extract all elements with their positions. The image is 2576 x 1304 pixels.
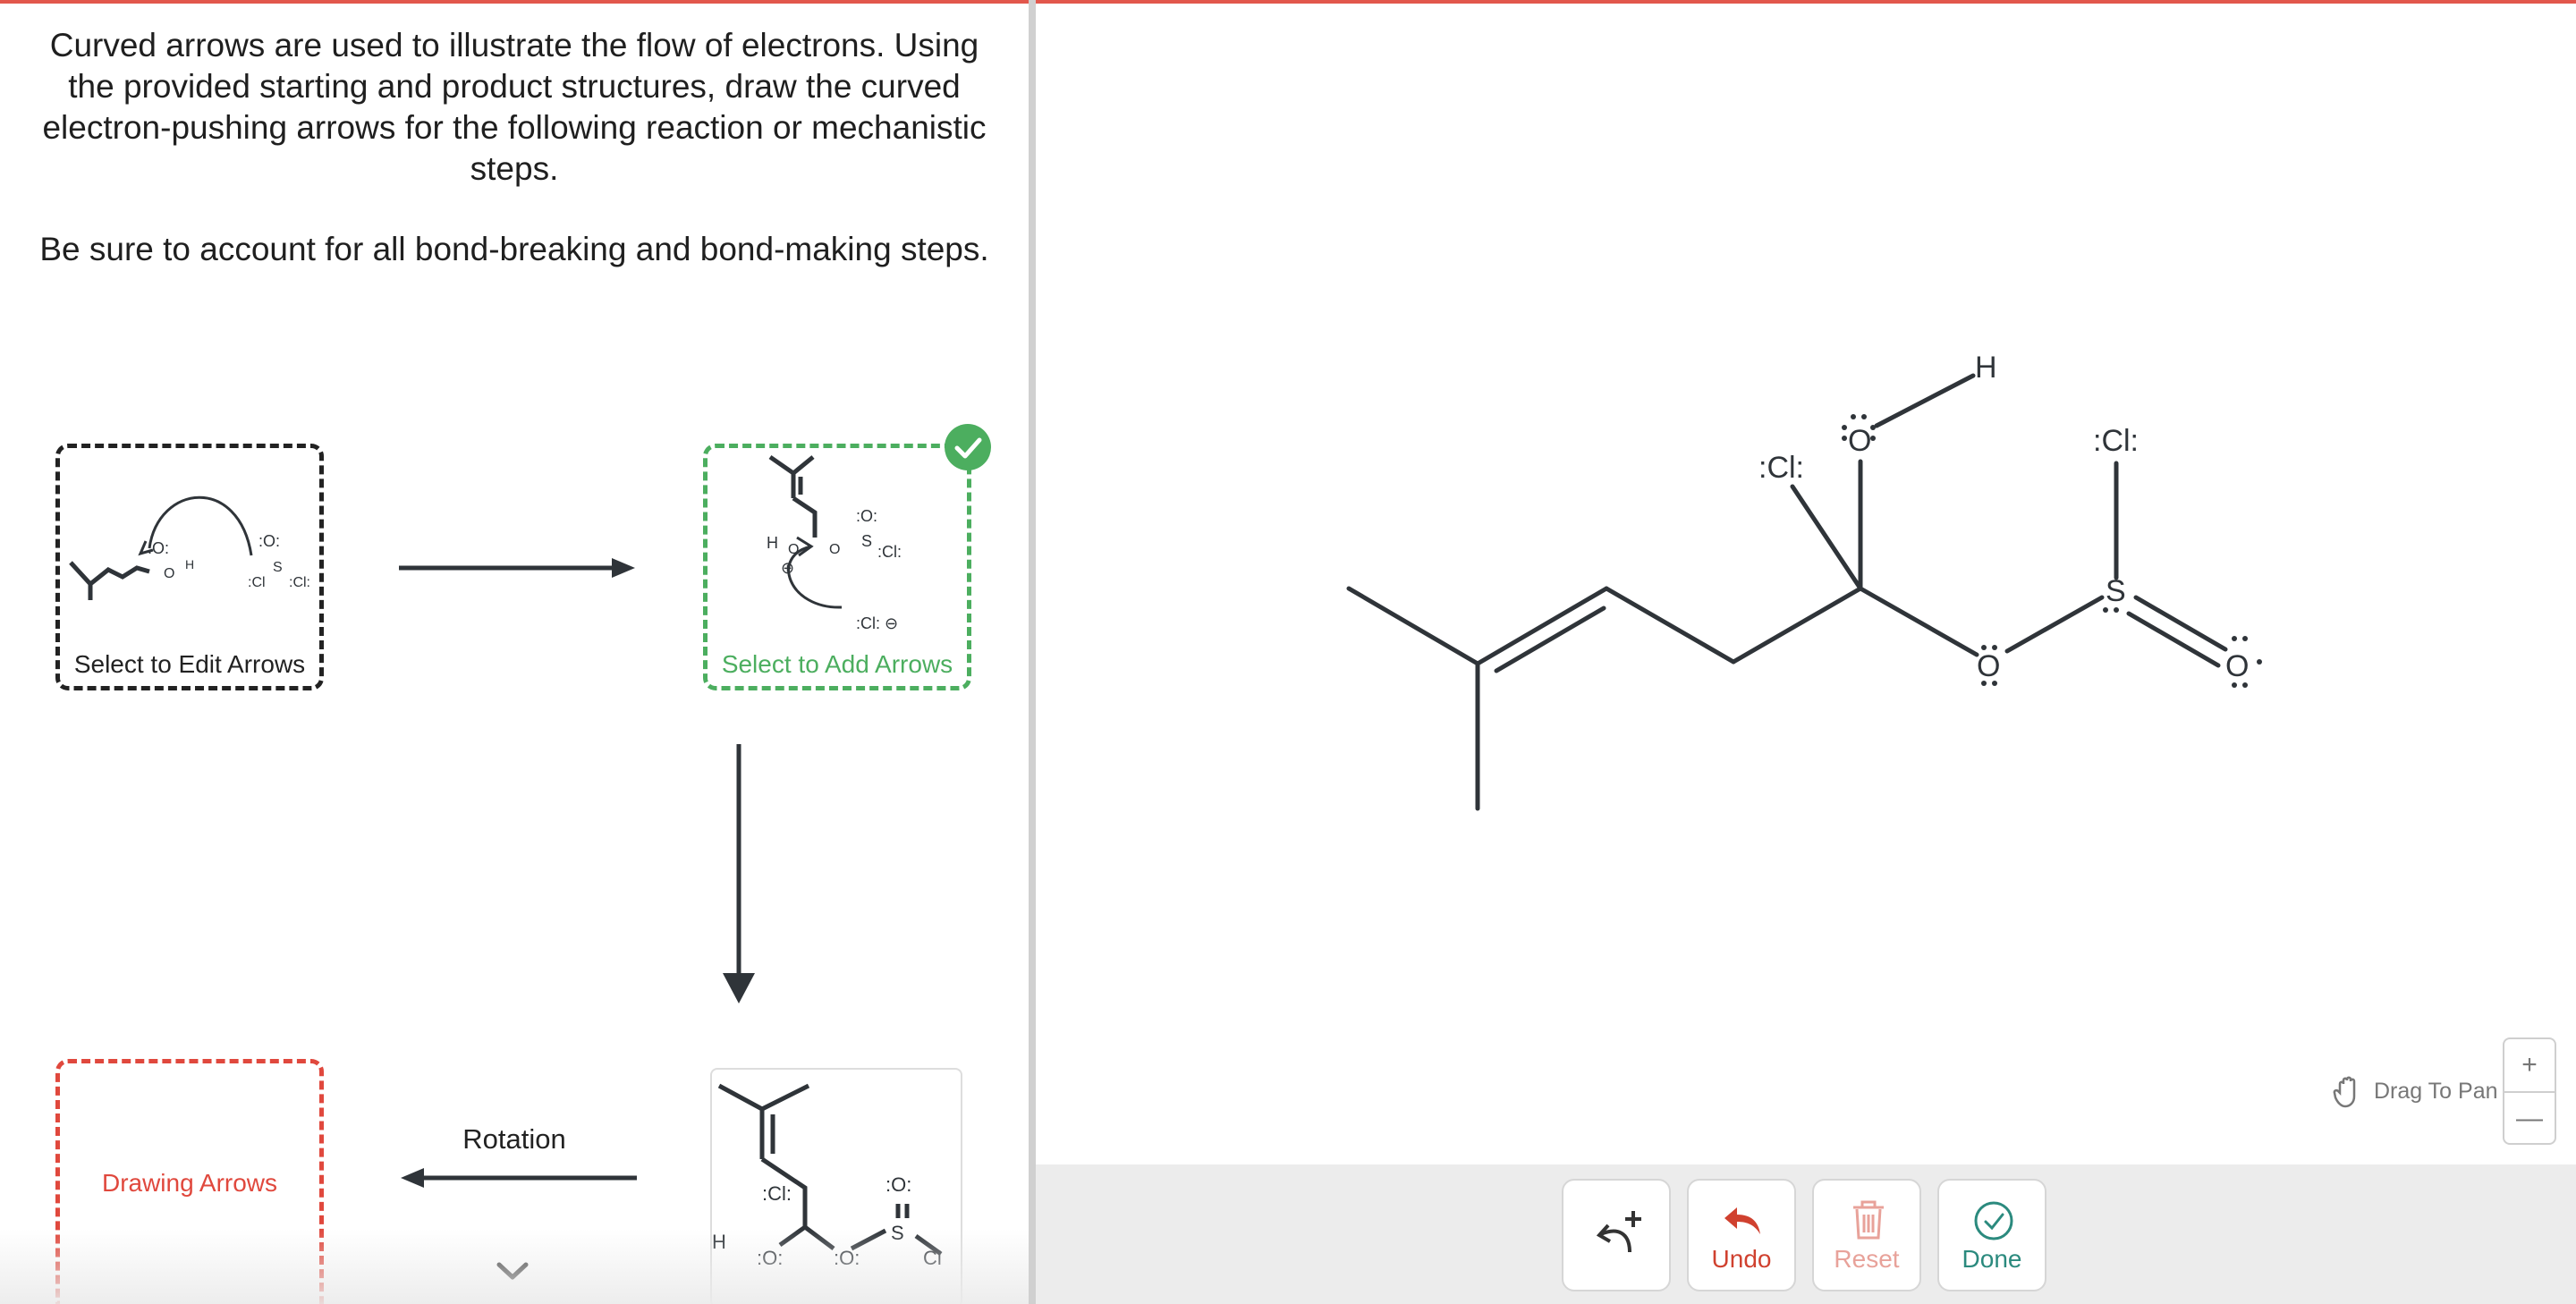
svg-text::Cl:: :Cl: <box>289 575 310 590</box>
mini-molecule-start: :O: O H :O: S :Cl :Cl: <box>69 495 310 600</box>
edit-arrows-caption: Select to Edit Arrows <box>73 650 306 678</box>
undo-icon <box>1724 1207 1760 1234</box>
svg-text:O: O <box>788 542 799 557</box>
svg-text:S: S <box>273 560 283 575</box>
rotation-label: Rotation <box>462 1123 566 1155</box>
atom-o-hydroxyl[interactable]: O <box>1848 424 1871 458</box>
lone-pair-dots <box>1842 414 2262 688</box>
svg-text::O:: :O: <box>148 539 169 557</box>
zoom-out-button[interactable]: — <box>2504 1093 2555 1145</box>
atom-o-sulfinyl[interactable]: O <box>2225 649 2249 683</box>
svg-text::Cl:: :Cl: <box>877 543 902 561</box>
instruction-panel: Curved arrows are used to illustrate the… <box>0 4 1029 1304</box>
trash-icon <box>1853 1200 1884 1240</box>
instruction-text: Curved arrows are used to illustrate the… <box>42 27 987 187</box>
panel-divider[interactable] <box>1029 0 1036 1304</box>
svg-text::O:: :O: <box>886 1173 911 1196</box>
zoom-in-button[interactable]: + <box>2504 1039 2555 1093</box>
svg-text:H: H <box>185 557 194 572</box>
chevron-down-icon[interactable] <box>490 1252 535 1291</box>
hand-icon <box>2333 1076 2356 1108</box>
svg-text:S: S <box>891 1222 904 1244</box>
mini-molecule-intermediate: H O ⊕ O :O: S :Cl: :Cl: ⊖ <box>767 454 902 632</box>
reaction-arrow-down <box>723 744 755 1003</box>
drag-to-pan-label: Drag To Pan <box>2374 1079 2498 1104</box>
step-drawing-arrows-box[interactable]: Drawing Arrows <box>55 1059 324 1304</box>
add-arrow-tool-button[interactable] <box>1562 1179 1671 1291</box>
reaction-arrow-right <box>399 558 635 578</box>
drawing-arrows-caption: Drawing Arrows <box>101 1169 278 1197</box>
atom-s[interactable]: S <box>2106 574 2126 608</box>
curved-arrow-add-icon <box>1596 1211 1641 1253</box>
atom-cl-on-s[interactable]: :Cl: <box>2093 424 2139 458</box>
done-button[interactable]: Done <box>1937 1179 2046 1291</box>
svg-text:⊕: ⊕ <box>781 559 794 577</box>
atom-h-hydroxyl[interactable]: H <box>1975 351 1997 385</box>
svg-text:S: S <box>861 532 872 550</box>
completed-check-icon <box>945 424 991 470</box>
instruction-note: Be sure to account for all bond-breaking… <box>39 231 989 267</box>
svg-text:H: H <box>712 1231 726 1253</box>
product-preview-card[interactable]: :Cl: H :O: :O: :O: S Cl <box>710 1068 962 1304</box>
svg-text::Cl:: :Cl: <box>762 1182 792 1205</box>
zoom-control: + — <box>2503 1037 2556 1145</box>
svg-text::Cl: ⊖: :Cl: ⊖ <box>856 614 898 632</box>
check-circle-icon <box>1974 1201 2013 1240</box>
atom-o-ester[interactable]: O <box>1977 649 2000 683</box>
svg-text::O:: :O: <box>757 1247 783 1269</box>
undo-label: Undo <box>1711 1245 1772 1273</box>
step-add-arrows-box[interactable]: H O ⊕ O :O: S :Cl: :Cl: ⊖ Select to Add … <box>703 444 971 690</box>
reset-label: Reset <box>1834 1245 1900 1273</box>
svg-text:H: H <box>767 534 778 552</box>
svg-text:Cl: Cl <box>923 1247 942 1269</box>
undo-button[interactable]: Undo <box>1687 1179 1796 1291</box>
mini-molecule-product: :Cl: H :O: :O: :O: S Cl <box>712 1083 943 1269</box>
svg-text::O:: :O: <box>834 1247 860 1269</box>
step-edit-arrows-box[interactable]: :O: O H :O: S :Cl :Cl: Select to Edit Ar… <box>55 444 324 690</box>
svg-text::Cl: :Cl <box>248 575 266 590</box>
atom-cl-left[interactable]: :Cl: <box>1758 451 1804 485</box>
svg-text:O: O <box>164 566 174 581</box>
bottom-toolbar <box>1036 1164 2576 1304</box>
molecule-structure: :Cl: O H O S :Cl: O <box>1346 351 2262 811</box>
svg-text::O:: :O: <box>258 532 280 550</box>
svg-text:O: O <box>829 542 840 557</box>
reset-button[interactable]: Reset <box>1812 1179 1921 1291</box>
done-label: Done <box>1962 1245 2022 1273</box>
svg-text::O:: :O: <box>856 507 877 525</box>
reaction-arrow-left <box>401 1168 637 1188</box>
add-arrows-caption: Select to Add Arrows <box>721 650 953 678</box>
